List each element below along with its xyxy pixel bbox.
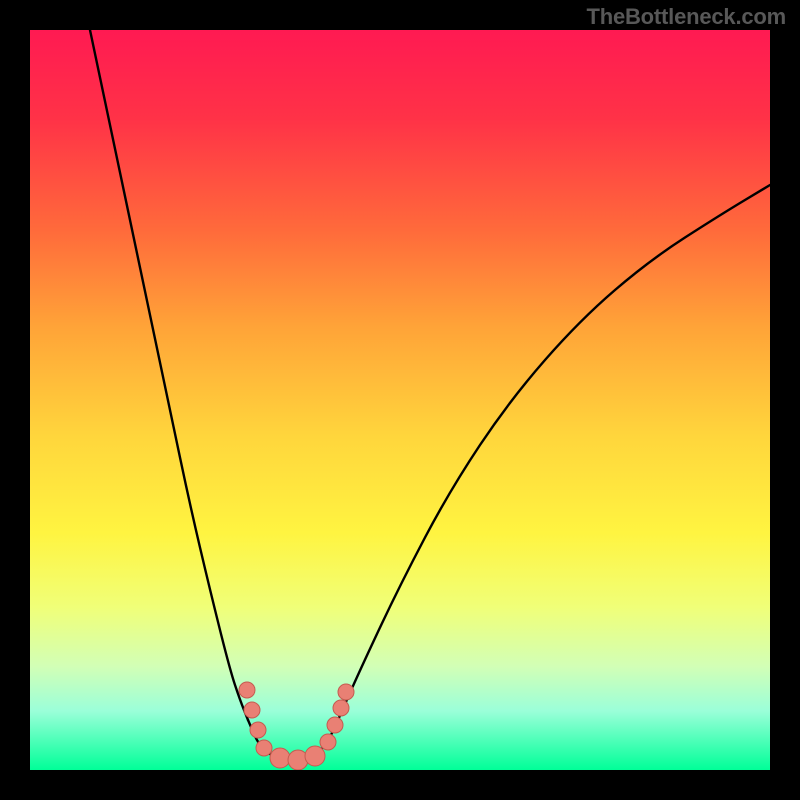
data-marker [270, 748, 290, 768]
marker-group [239, 682, 354, 770]
data-marker [305, 746, 325, 766]
data-marker [320, 734, 336, 750]
data-marker [244, 702, 260, 718]
left-curve [90, 30, 248, 720]
data-marker [338, 684, 354, 700]
data-marker [327, 717, 343, 733]
data-marker [256, 740, 272, 756]
plot-area [30, 30, 770, 770]
data-marker [250, 722, 266, 738]
chart-frame: TheBottleneck.com [0, 0, 800, 800]
right-curve [338, 185, 770, 720]
data-marker [239, 682, 255, 698]
curve-layer [30, 30, 770, 770]
data-marker [333, 700, 349, 716]
watermark-text: TheBottleneck.com [586, 4, 786, 30]
